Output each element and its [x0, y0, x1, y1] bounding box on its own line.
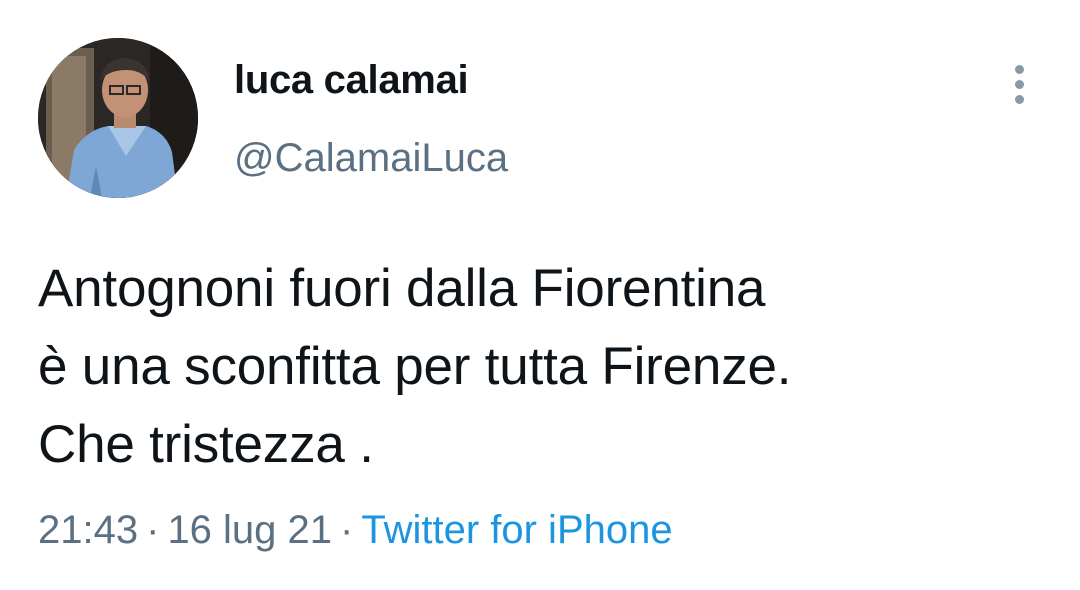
more-vertical-icon-dot	[1015, 80, 1024, 89]
tweet-source-link[interactable]: Twitter for iPhone	[361, 508, 672, 552]
more-vertical-icon	[1015, 65, 1024, 74]
more-options-button[interactable]	[1000, 60, 1040, 110]
tweet-card: luca calamai @CalamaiLuca Antognoni fuor…	[0, 0, 1080, 590]
tweet-date[interactable]: 16 lug 21	[167, 508, 332, 552]
more-vertical-icon-dot	[1015, 95, 1024, 104]
tweet-meta: 21:43 · 16 lug 21 · Twitter for iPhone	[38, 508, 673, 553]
tweet-time[interactable]: 21:43	[38, 508, 138, 552]
tweet-text-line: Antognoni fuori dalla Fiorentina	[38, 259, 766, 318]
tweet-text-line: Che tristezza .	[38, 415, 374, 474]
tweet-text-line: è una sconfitta per tutta Firenze.	[38, 337, 792, 396]
user-handle[interactable]: @CalamaiLuca	[234, 136, 508, 181]
meta-separator: ·	[340, 508, 354, 552]
tweet-text: Antognoni fuori dalla Fiorentina è una s…	[38, 250, 1048, 484]
avatar[interactable]	[38, 38, 198, 198]
meta-separator: ·	[146, 508, 160, 552]
display-name[interactable]: luca calamai	[234, 58, 469, 103]
avatar-photo	[38, 38, 198, 198]
